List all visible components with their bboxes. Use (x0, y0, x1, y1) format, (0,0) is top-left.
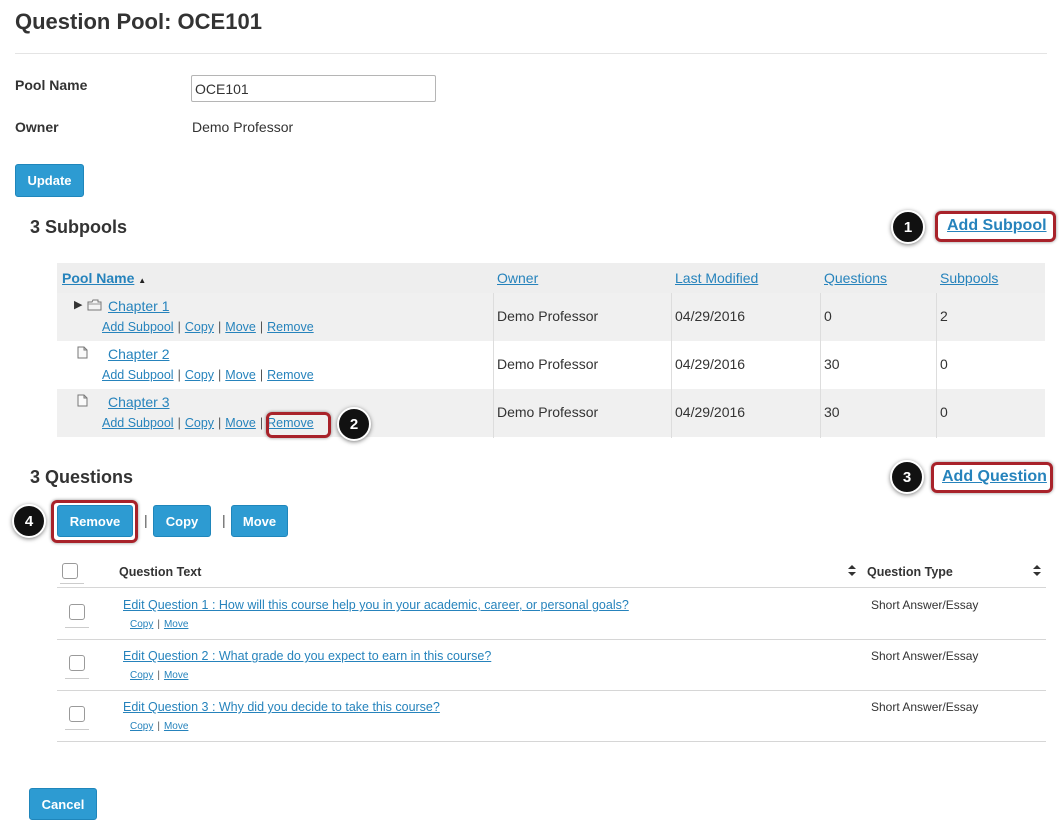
edit-question-link[interactable]: Edit Question 1 : How will this course h… (123, 598, 629, 612)
document-icon (77, 346, 88, 359)
button-divider: | (144, 512, 148, 528)
question-type-cell: Short Answer/Essay (871, 598, 979, 612)
copy-action[interactable]: Copy (185, 320, 214, 334)
modified-cell: 04/29/2016 (675, 356, 746, 372)
subpools-count-cell: 0 (940, 404, 948, 420)
cancel-button[interactable]: Cancel (29, 788, 97, 820)
add-subpool-action[interactable]: Add Subpool (102, 416, 174, 430)
sort-icon[interactable] (1033, 565, 1041, 576)
title-divider (15, 53, 1047, 54)
move-action[interactable]: Move (225, 416, 256, 430)
owner-cell: Demo Professor (497, 308, 599, 324)
subpool-name-link[interactable]: Chapter 1 (108, 298, 169, 314)
subpools-heading: 3 Subpools (30, 217, 128, 237)
callout-2: 2 (337, 407, 371, 441)
callout-4: 4 (12, 504, 46, 538)
edit-question-link[interactable]: Edit Question 2 : What grade do you expe… (123, 649, 491, 663)
expand-arrow-icon[interactable]: ▶ (74, 298, 82, 311)
subpools-count-cell: 0 (940, 356, 948, 372)
subpool-row: Chapter 2 Add Subpool | Copy | Move | Remove D… (57, 341, 1045, 389)
page-title: Question Pool: OCE101 (15, 9, 262, 34)
subpool-name-link[interactable]: Chapter 2 (108, 346, 169, 362)
owner-label: Owner (15, 119, 59, 135)
move-question-link[interactable]: Move (164, 670, 188, 681)
subpool-name-link[interactable]: Chapter 3 (108, 394, 169, 410)
callout-1: 1 (891, 210, 925, 244)
select-all-checkbox[interactable] (62, 563, 78, 579)
add-subpool-link[interactable]: Add Subpool (947, 217, 1047, 235)
add-question-link[interactable]: Add Question (942, 468, 1047, 486)
modified-cell: 04/29/2016 (675, 404, 746, 420)
sort-owner-link[interactable]: Owner (497, 270, 538, 286)
questions-count-cell: 0 (824, 308, 832, 324)
copy-action[interactable]: Copy (185, 368, 214, 382)
sort-subpools-link[interactable]: Subpools (940, 270, 998, 286)
pool-name-label: Pool Name (15, 77, 88, 93)
remove-action[interactable]: Remove (267, 320, 314, 334)
subpools-table: Pool Name ▲ Owner Last Modified Question… (57, 263, 1045, 438)
sort-pool-name-link[interactable]: Pool Name (62, 270, 134, 286)
add-subpool-action[interactable]: Add Subpool (102, 320, 174, 334)
move-action[interactable]: Move (225, 320, 256, 334)
questions-heading: 3 Questions (30, 467, 134, 487)
question-checkbox[interactable] (69, 706, 85, 722)
button-divider: | (222, 512, 226, 528)
question-type-header[interactable]: Question Type (867, 565, 953, 579)
sort-questions-link[interactable]: Questions (824, 270, 887, 286)
sort-asc-icon: ▲ (138, 276, 147, 285)
move-questions-button[interactable]: Move (231, 505, 288, 537)
question-checkbox[interactable] (69, 655, 85, 671)
sort-last-modified-link[interactable]: Last Modified (675, 270, 758, 286)
document-icon (77, 394, 88, 407)
owner-cell: Demo Professor (497, 404, 599, 420)
copy-questions-button[interactable]: Copy (153, 505, 211, 537)
remove-action[interactable]: Remove (267, 368, 314, 382)
folder-icon (87, 299, 102, 311)
subpool-row: Chapter 3 Add Subpool | Copy | Move | Remove D… (57, 389, 1045, 437)
questions-count-cell: 30 (824, 356, 840, 372)
question-checkbox[interactable] (69, 604, 85, 620)
question-text-header[interactable]: Question Text (119, 565, 201, 579)
copy-question-link[interactable]: Copy (130, 721, 153, 732)
questions-count-cell: 30 (824, 404, 840, 420)
copy-question-link[interactable]: Copy (130, 670, 153, 681)
add-subpool-action[interactable]: Add Subpool (102, 368, 174, 382)
question-row: Edit Question 2 : What grade do you expe… (57, 640, 1046, 691)
copy-question-link[interactable]: Copy (130, 619, 153, 630)
question-type-cell: Short Answer/Essay (871, 700, 979, 714)
owner-value: Demo Professor (192, 119, 294, 135)
callout-3: 3 (890, 460, 924, 494)
move-question-link[interactable]: Move (164, 721, 188, 732)
owner-cell: Demo Professor (497, 356, 599, 372)
questions-table-header: Question Text Question Type (57, 560, 1046, 588)
move-question-link[interactable]: Move (164, 619, 188, 630)
pool-name-input[interactable] (191, 75, 436, 102)
sort-icon[interactable] (848, 565, 856, 576)
copy-action[interactable]: Copy (185, 416, 214, 430)
edit-question-link[interactable]: Edit Question 3 : Why did you decide to … (123, 700, 440, 714)
subpools-count-cell: 2 (940, 308, 948, 324)
subpools-table-header: Pool Name ▲ Owner Last Modified Question… (57, 263, 1045, 293)
question-type-cell: Short Answer/Essay (871, 649, 979, 663)
move-action[interactable]: Move (225, 368, 256, 382)
remove-action-highlight (266, 412, 331, 438)
subpool-row: ▶ Chapter 1 Add Subpool | Copy | Move | Remove… (57, 293, 1045, 341)
question-row: Edit Question 1 : How will this course h… (57, 589, 1046, 640)
question-row: Edit Question 3 : Why did you decide to … (57, 691, 1046, 742)
update-button[interactable]: Update (15, 164, 84, 197)
remove-questions-button[interactable]: Remove (57, 505, 133, 537)
modified-cell: 04/29/2016 (675, 308, 746, 324)
